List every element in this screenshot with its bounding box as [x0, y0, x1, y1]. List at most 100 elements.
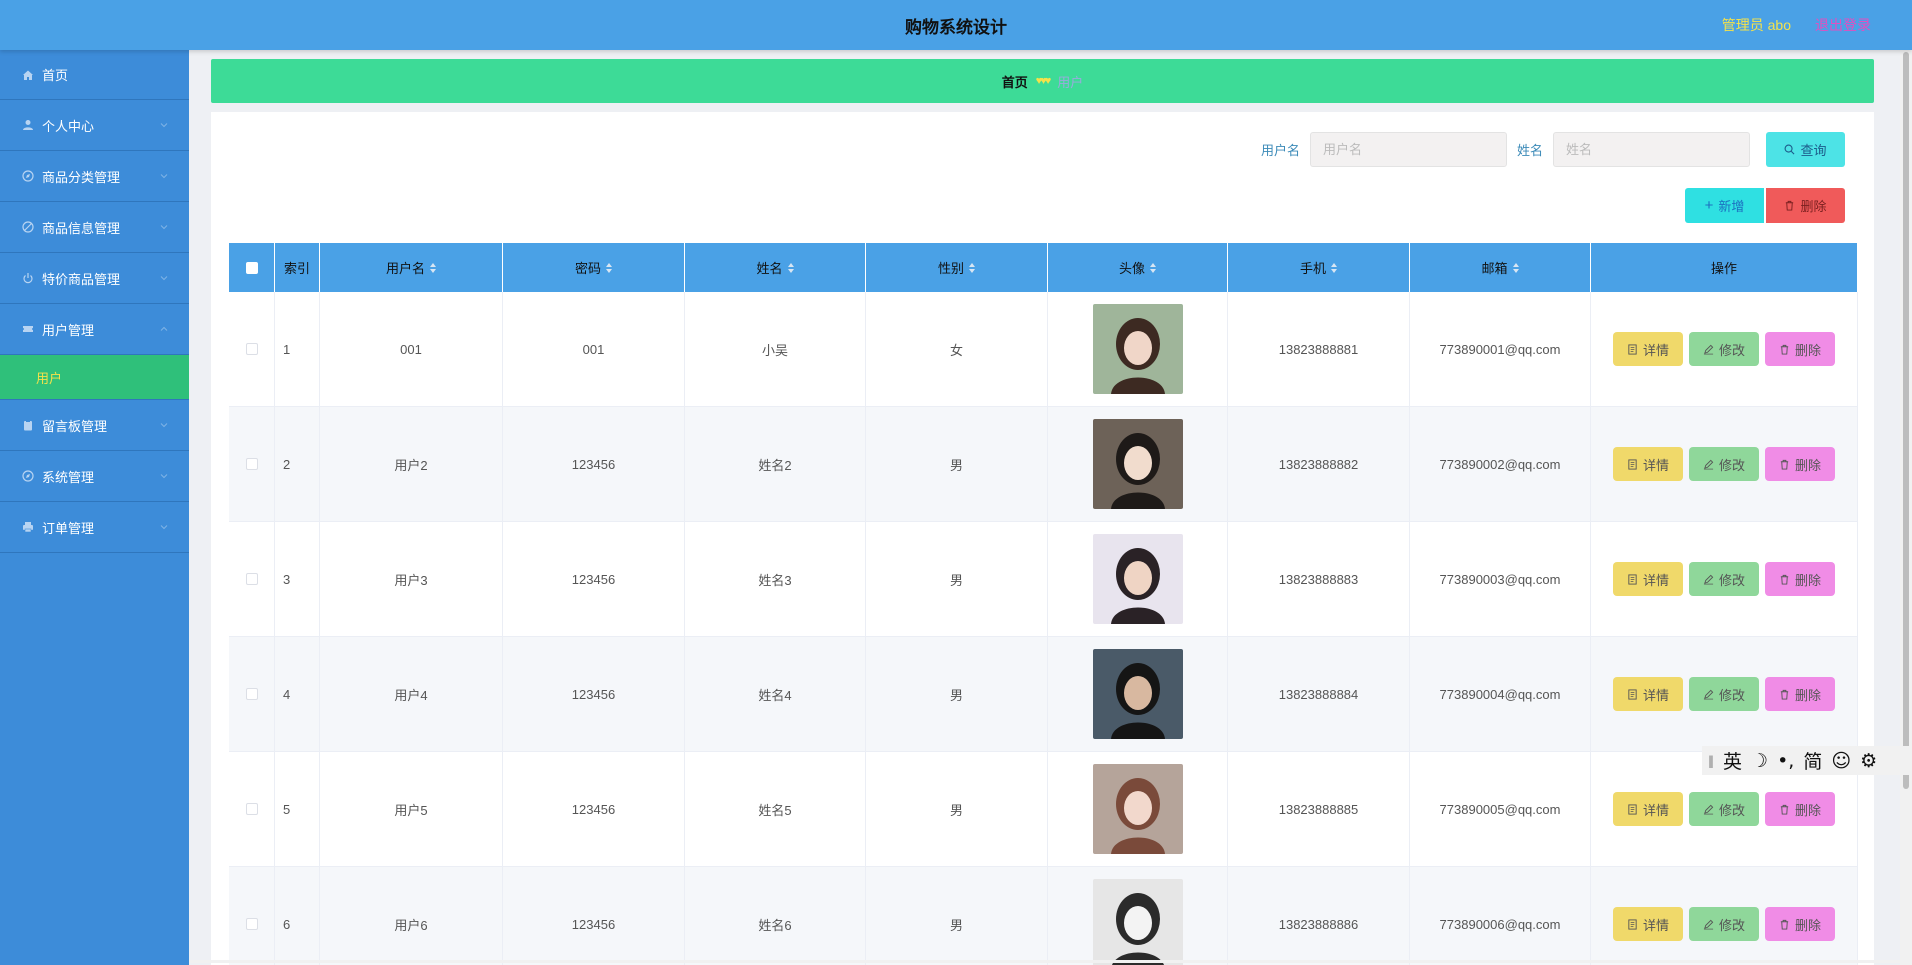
username-cell: 用户5 — [320, 752, 503, 866]
add-button[interactable]: + 新增 — [1685, 188, 1764, 223]
email-cell: 773890004@qq.com — [1410, 637, 1591, 751]
home-icon — [22, 69, 34, 81]
header-operations: 操作 — [1591, 243, 1858, 292]
header-password[interactable]: 密码 — [503, 243, 685, 292]
row-select-cell[interactable] — [229, 752, 275, 866]
sort-icon[interactable] — [1150, 262, 1156, 273]
email-cell: 773890006@qq.com — [1410, 867, 1591, 965]
delete-button[interactable]: 删除 — [1765, 332, 1835, 366]
sort-icon[interactable] — [787, 262, 794, 273]
row-select-cell[interactable] — [229, 407, 275, 521]
delete-button[interactable]: 删除 — [1765, 907, 1835, 941]
row-checkbox[interactable] — [245, 803, 258, 815]
detail-button[interactable]: 详情 — [1613, 447, 1683, 481]
chevron-down-icon — [160, 474, 168, 479]
edit-icon — [1703, 459, 1714, 469]
logout-link[interactable]: 退出登录 — [1815, 15, 1871, 35]
phone-cell: 13823888884 — [1228, 637, 1410, 751]
detail-button[interactable]: 详情 — [1613, 562, 1683, 596]
delete-button[interactable]: 删除 — [1765, 677, 1835, 711]
delete-button-label: 删除 — [1794, 917, 1821, 933]
row-checkbox[interactable] — [245, 573, 258, 585]
header-avatar[interactable]: 头像 — [1048, 243, 1228, 292]
edit-button[interactable]: 修改 — [1689, 792, 1759, 826]
sidebar-item-personal-center[interactable]: 个人中心 — [0, 100, 189, 151]
ime-lang-toggle[interactable]: 英 — [1723, 747, 1742, 774]
operations-cell: 详情 修改 删除 — [1591, 407, 1858, 521]
edit-button[interactable]: 修改 — [1689, 332, 1759, 366]
sidebar-item-home[interactable]: 首页 — [0, 50, 189, 100]
header-email[interactable]: 邮箱 — [1410, 243, 1591, 292]
sort-icon[interactable] — [1331, 262, 1337, 273]
header-name[interactable]: 姓名 — [685, 243, 866, 292]
vertical-scrollbar[interactable] — [1900, 50, 1912, 965]
horizontal-scrollbar[interactable] — [189, 960, 1900, 963]
sidebar-item-user-management[interactable]: 用户管理 — [0, 304, 189, 355]
row-select-cell[interactable] — [229, 867, 275, 965]
row-checkbox[interactable] — [245, 343, 258, 355]
sidebar-item-product-info-management[interactable]: 商品信息管理 — [0, 202, 189, 253]
grip-icon[interactable]: ‖ — [1708, 754, 1714, 768]
sidebar-item-order-management[interactable]: 订单管理 — [0, 502, 189, 553]
username-search-input[interactable] — [1309, 132, 1507, 167]
name-search-input[interactable] — [1553, 132, 1750, 167]
header-select-all[interactable] — [229, 243, 275, 292]
sort-icon[interactable] — [969, 262, 975, 273]
breadcrumb-home[interactable]: 首页 — [1002, 72, 1028, 91]
chevron-up-icon — [160, 326, 168, 331]
ime-script-toggle[interactable]: 简 — [1803, 747, 1822, 774]
content-panel: 用户名 姓名 查询 + 新增 删除 — [211, 112, 1874, 965]
settings-icon[interactable]: ⚙ — [1860, 750, 1877, 772]
detail-button[interactable]: 详情 — [1613, 677, 1683, 711]
sidebar-item-special-product-management[interactable]: 特价商品管理 — [0, 253, 189, 304]
table-row: 4 用户4 123456 姓名4 男 13823888884 773890004… — [229, 637, 1858, 752]
password-cell: 123456 — [503, 752, 685, 866]
edit-button[interactable]: 修改 — [1689, 447, 1759, 481]
header-label: 头像 — [1118, 261, 1145, 276]
delete-button[interactable]: 删除 — [1765, 792, 1835, 826]
username-cell: 001 — [320, 292, 503, 406]
header-label: 索引 — [283, 261, 310, 276]
header-username[interactable]: 用户名 — [320, 243, 503, 292]
punctuation-icon[interactable]: •, — [1777, 750, 1794, 772]
sidebar-item-system-management[interactable]: 系统管理 — [0, 451, 189, 502]
chevron-down-icon — [160, 525, 168, 530]
ticket-icon — [22, 323, 34, 335]
delete-button[interactable]: 删除 — [1765, 562, 1835, 596]
sex-cell: 男 — [866, 867, 1048, 965]
sort-icon[interactable] — [606, 262, 612, 273]
detail-button[interactable]: 详情 — [1613, 332, 1683, 366]
header-phone[interactable]: 手机 — [1228, 243, 1410, 292]
row-checkbox[interactable] — [245, 918, 258, 930]
detail-button[interactable]: 详情 — [1613, 792, 1683, 826]
trash-icon — [1780, 344, 1789, 355]
edit-button[interactable]: 修改 — [1689, 562, 1759, 596]
avatar-cell — [1048, 752, 1228, 866]
scrollbar-thumb[interactable] — [1903, 52, 1909, 789]
password-cell: 123456 — [503, 407, 685, 521]
row-checkbox[interactable] — [245, 458, 258, 470]
header-sex[interactable]: 性别 — [866, 243, 1048, 292]
detail-button[interactable]: 详情 — [1613, 907, 1683, 941]
row-select-cell[interactable] — [229, 522, 275, 636]
row-checkbox[interactable] — [245, 688, 258, 700]
sidebar-item-message-board-management[interactable]: 留言板管理 — [0, 400, 189, 451]
sort-icon[interactable] — [430, 262, 436, 273]
query-button[interactable]: 查询 — [1766, 132, 1845, 167]
delete-button[interactable]: 删除 — [1765, 447, 1835, 481]
edit-button[interactable]: 修改 — [1689, 677, 1759, 711]
select-all-checkbox[interactable] — [245, 261, 258, 274]
row-select-cell[interactable] — [229, 292, 275, 406]
emoji-icon[interactable]: ☺ — [1831, 750, 1851, 772]
row-select-cell[interactable] — [229, 637, 275, 751]
moon-icon[interactable]: ☽ — [1751, 750, 1768, 772]
users-table: 索引 用户名 密码 姓名 性别 头像 手机 邮箱 操作 1 001 001 小吴… — [229, 243, 1858, 965]
edit-button[interactable]: 修改 — [1689, 907, 1759, 941]
bulk-delete-button[interactable]: 删除 — [1766, 188, 1845, 223]
sidebar-item-category-management[interactable]: 商品分类管理 — [0, 151, 189, 202]
index-cell: 6 — [275, 867, 320, 965]
sidebar-subitem-user[interactable]: 用户 — [0, 355, 189, 400]
sort-icon[interactable] — [1512, 262, 1519, 273]
username-cell: 用户3 — [320, 522, 503, 636]
index-cell: 5 — [275, 752, 320, 866]
